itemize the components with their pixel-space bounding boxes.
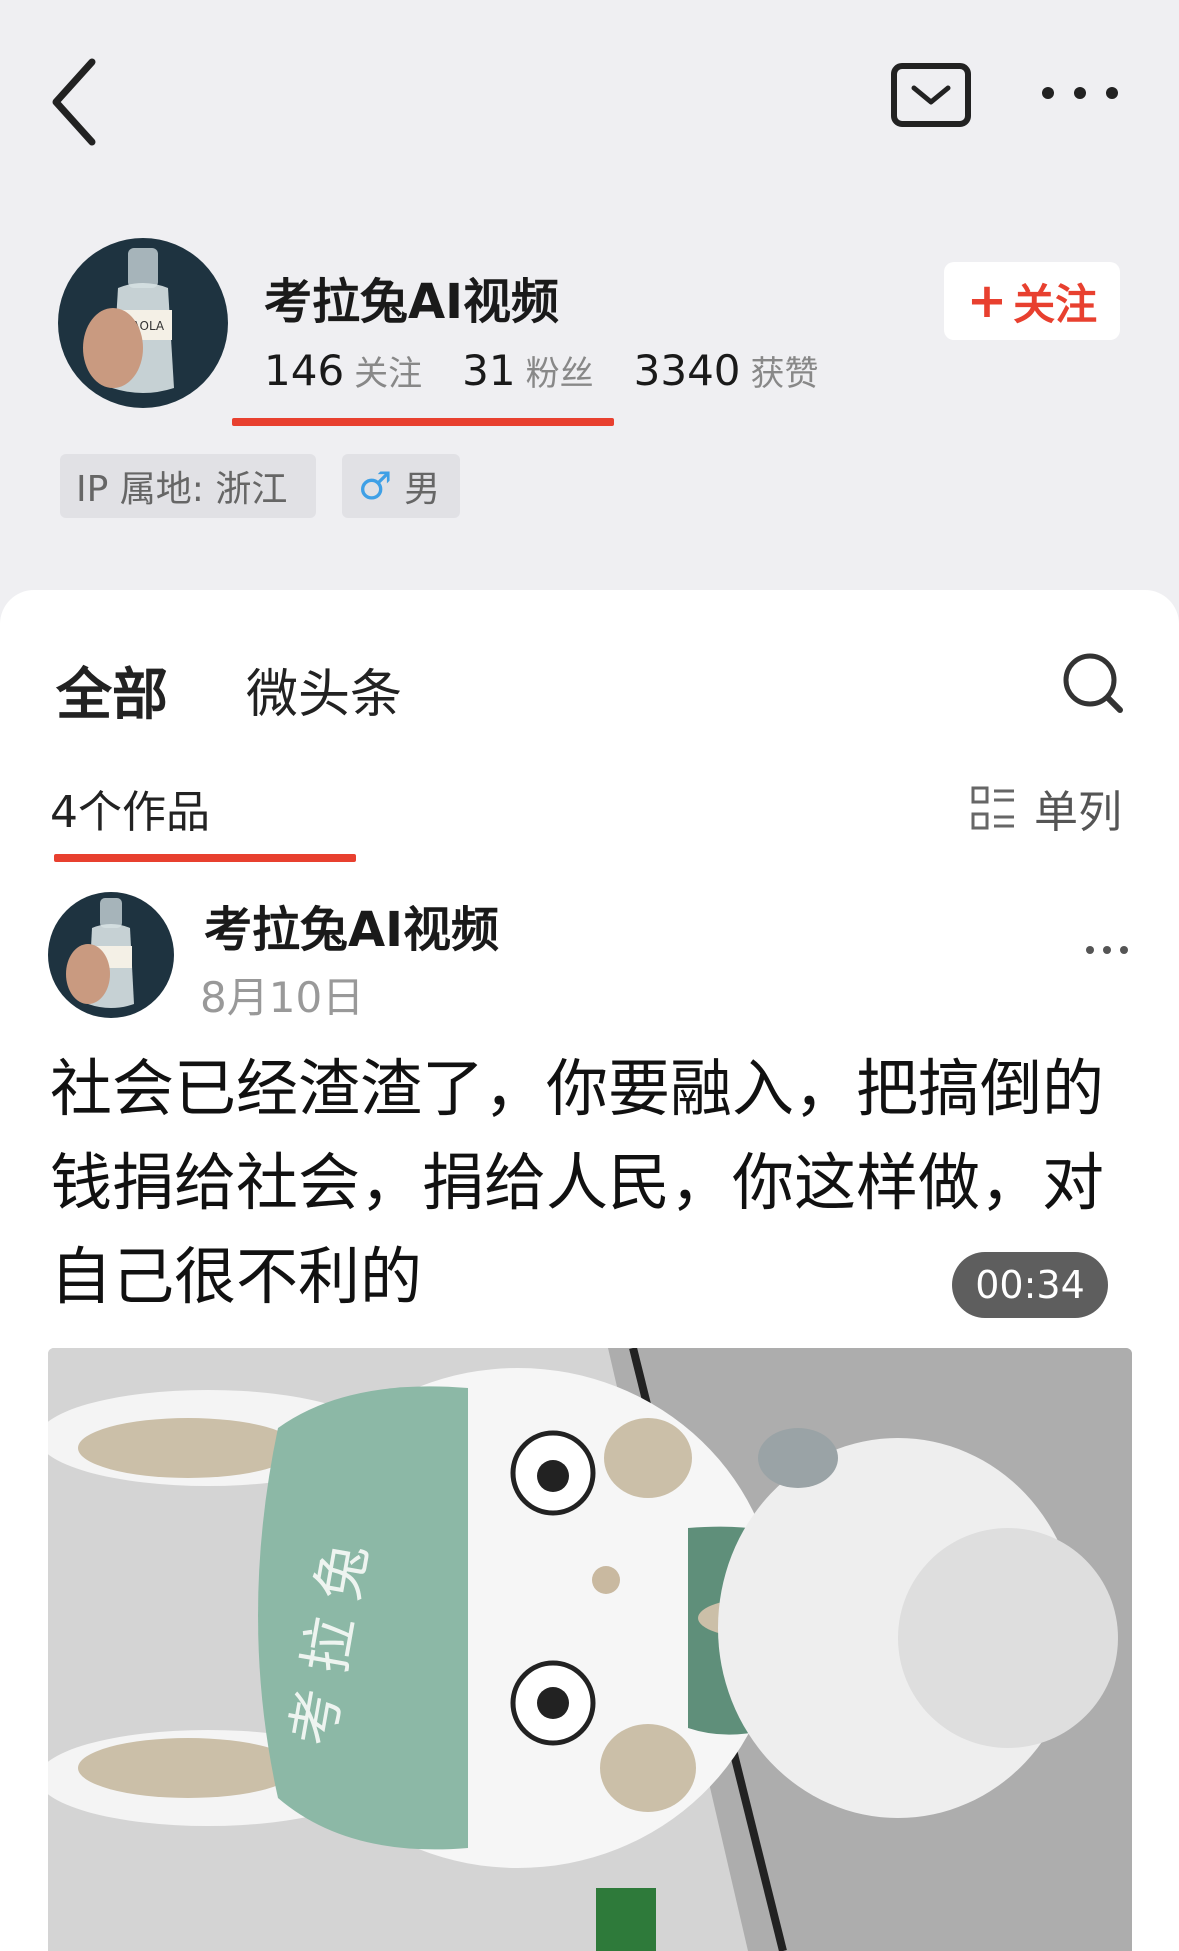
works-underline	[54, 854, 356, 862]
works-count-tab[interactable]: 4个作品	[50, 776, 210, 840]
view-mode-toggle[interactable]: 单列	[970, 776, 1122, 840]
view-mode-label: 单列	[1034, 787, 1122, 838]
stat-label: 关注	[354, 354, 423, 394]
post-more-icon[interactable]	[1084, 942, 1130, 958]
video-thumbnail[interactable]: 考 拉 兔	[48, 1348, 1132, 1951]
search-icon[interactable]	[1060, 650, 1126, 716]
stat-value: 31	[462, 346, 516, 395]
video-duration-badge: 00:34	[952, 1252, 1108, 1318]
more-dots-icon[interactable]	[1040, 78, 1120, 108]
ip-location-tag: IP 属地: 浙江	[60, 454, 316, 518]
stat-likes[interactable]: 3340 获赞	[634, 346, 819, 395]
top-bar	[0, 0, 1179, 190]
stat-label: 获赞	[750, 354, 819, 394]
stat-followers[interactable]: 31 粉丝	[462, 346, 593, 395]
stat-label: 粉丝	[525, 354, 594, 394]
post-author-name[interactable]: 考拉兔AI视频	[204, 890, 499, 960]
stat-following[interactable]: 146 关注	[264, 346, 422, 395]
back-arrow-icon[interactable]	[48, 52, 108, 152]
plus-icon: +	[966, 273, 1008, 329]
profile-name: 考拉兔AI视频	[264, 274, 560, 330]
follow-button[interactable]: + 关注	[944, 262, 1120, 340]
message-envelope-icon[interactable]	[890, 62, 972, 128]
profile-stats: 146 关注 31 粉丝 3340 获赞	[264, 346, 859, 395]
post-author-avatar[interactable]	[48, 892, 174, 1018]
tab-weitoutiao[interactable]: 微头条	[246, 652, 402, 727]
play-icon[interactable]	[548, 1225, 648, 1335]
gender-tag: ♂ 男	[342, 454, 460, 518]
follow-button-label: 关注	[1013, 279, 1098, 329]
stat-value: 3340	[633, 346, 741, 395]
tab-all[interactable]: 全部	[56, 650, 168, 731]
post-date: 8月10日	[200, 973, 365, 1022]
avatar[interactable]: KAOLA	[58, 238, 228, 408]
list-view-icon	[971, 786, 1014, 830]
male-icon: ♂	[358, 464, 393, 508]
stats-underline	[232, 418, 614, 426]
stat-value: 146	[264, 346, 345, 395]
gender-label: 男	[404, 469, 441, 510]
